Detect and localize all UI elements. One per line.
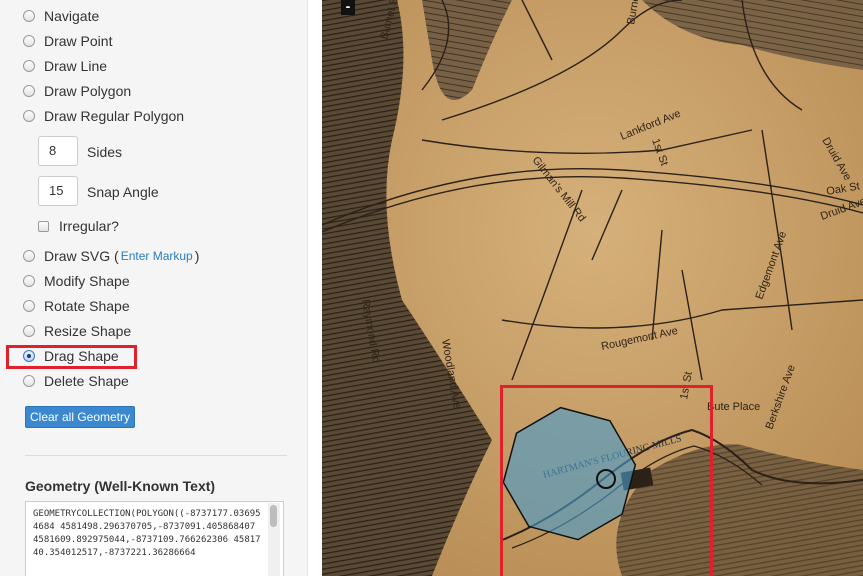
- sides-input[interactable]: 8: [38, 136, 78, 166]
- wkt-textarea[interactable]: GEOMETRYCOLLECTION(POLYGON((-8737177.036…: [25, 501, 284, 576]
- option-label-close: ): [194, 248, 200, 264]
- option-draw-svg[interactable]: Draw SVG ( Enter Markup ): [23, 246, 199, 266]
- irregular-label: Irregular?: [59, 218, 119, 234]
- radio-modify-shape[interactable]: [23, 275, 35, 287]
- radio-delete-shape[interactable]: [23, 375, 35, 387]
- option-resize-shape[interactable]: Resize Shape: [23, 321, 131, 341]
- option-label: Rotate Shape: [44, 298, 130, 314]
- option-label: Draw Polygon: [44, 83, 132, 99]
- option-label: Draw Regular Polygon: [44, 108, 185, 124]
- radio-draw-polygon[interactable]: [23, 85, 35, 97]
- option-rotate-shape[interactable]: Rotate Shape: [23, 296, 130, 316]
- radio-rotate-shape[interactable]: [23, 300, 35, 312]
- radio-draw-regular-polygon[interactable]: [23, 110, 35, 122]
- option-draw-point[interactable]: Draw Point: [23, 31, 112, 51]
- radio-resize-shape[interactable]: [23, 325, 35, 337]
- radio-draw-point[interactable]: [23, 35, 35, 47]
- drag-shape-highlight-box: [6, 345, 137, 369]
- option-modify-shape[interactable]: Modify Shape: [23, 271, 130, 291]
- option-draw-polygon[interactable]: Draw Polygon: [23, 81, 131, 101]
- option-draw-regular-polygon[interactable]: Draw Regular Polygon: [23, 106, 184, 126]
- option-delete-shape[interactable]: Delete Shape: [23, 371, 129, 391]
- option-label: Draw Line: [44, 58, 108, 74]
- irregular-checkbox[interactable]: [38, 220, 49, 232]
- zoom-out-button[interactable]: -: [341, 0, 355, 15]
- divider: [25, 455, 287, 456]
- scrollbar-thumb[interactable]: [270, 505, 277, 527]
- irregular-option[interactable]: Irregular?: [38, 216, 119, 236]
- option-navigate[interactable]: Navigate: [23, 6, 99, 26]
- geometry-title: Geometry (Well-Known Text): [25, 478, 216, 494]
- option-label: Draw SVG (: [44, 248, 119, 264]
- snap-angle-label: Snap Angle: [87, 184, 159, 200]
- street-label: Bute Place: [707, 401, 760, 413]
- option-draw-line[interactable]: Draw Line: [23, 56, 107, 76]
- option-label: Delete Shape: [44, 373, 129, 389]
- wkt-scrollbar[interactable]: [268, 503, 280, 576]
- option-label: Navigate: [44, 8, 100, 24]
- enter-markup-link[interactable]: Enter Markup: [121, 249, 193, 263]
- shape-highlight-box: [500, 385, 713, 576]
- option-label: Resize Shape: [44, 323, 132, 339]
- radio-draw-svg[interactable]: [23, 250, 35, 262]
- option-label: Modify Shape: [44, 273, 130, 289]
- sides-label: Sides: [87, 144, 123, 160]
- radio-draw-line[interactable]: [23, 60, 35, 72]
- clear-all-geometry-button[interactable]: Clear all Geometry: [25, 406, 135, 428]
- snap-angle-input[interactable]: 15: [38, 176, 78, 206]
- control-sidebar: Navigate Draw Point Draw Line Draw Polyg…: [0, 0, 308, 576]
- option-label: Draw Point: [44, 33, 113, 49]
- radio-navigate[interactable]: [23, 10, 35, 22]
